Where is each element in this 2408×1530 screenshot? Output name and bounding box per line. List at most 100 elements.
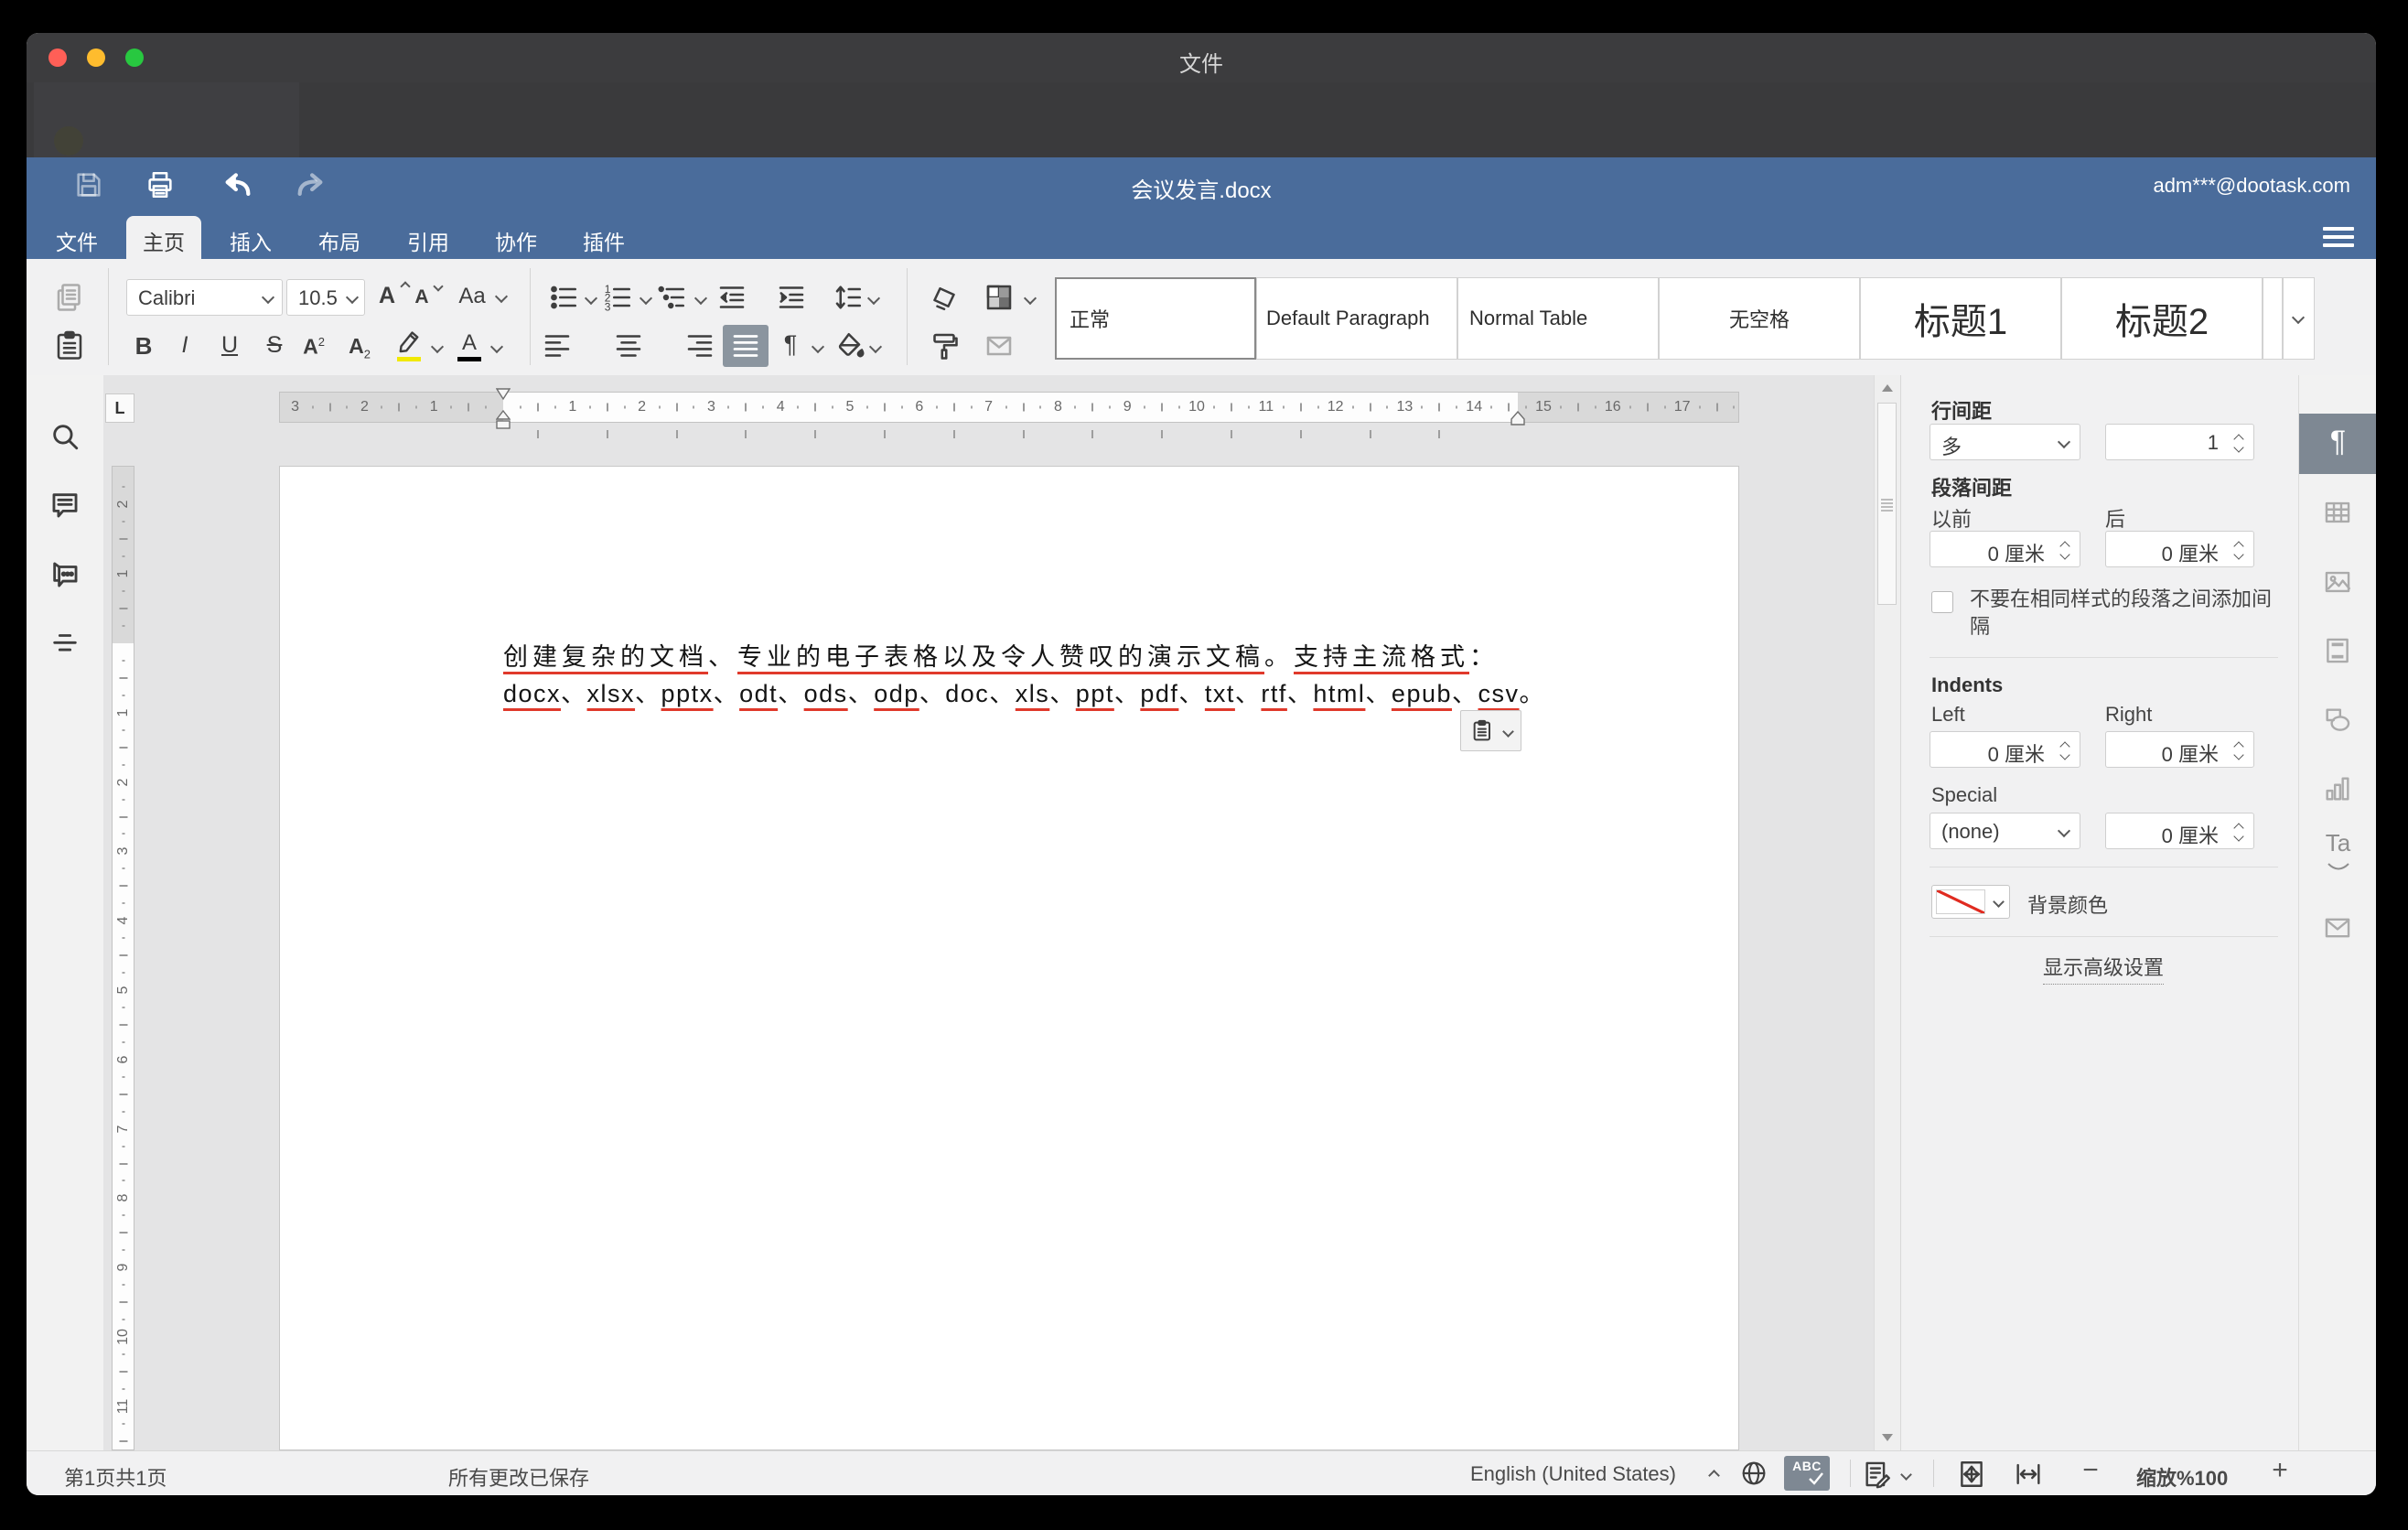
change-case-icon[interactable]: Aa bbox=[458, 286, 485, 307]
set-language-globe-icon[interactable] bbox=[1739, 1459, 1768, 1488]
decrease-font-icon[interactable]: A bbox=[414, 287, 428, 307]
document-page[interactable]: 创建复杂的文档、专业的电子表格以及令人赞叹的演示文稿。支持主流格式： docx、… bbox=[279, 466, 1739, 1450]
tab-file[interactable]: 文件 bbox=[56, 225, 98, 256]
paste-options-button[interactable] bbox=[1460, 710, 1521, 751]
stepper-down-icon[interactable] bbox=[2233, 442, 2243, 452]
tab-layout[interactable]: 布局 bbox=[318, 225, 360, 256]
stepper-down-icon[interactable] bbox=[2059, 549, 2069, 559]
scroll-down-icon[interactable] bbox=[1882, 1434, 1893, 1441]
header-footer-icon[interactable] bbox=[2322, 635, 2353, 666]
navigation-icon[interactable] bbox=[49, 628, 81, 659]
chevron-down-icon[interactable] bbox=[812, 340, 824, 353]
chevron-down-icon[interactable] bbox=[346, 291, 359, 304]
scroll-up-icon[interactable] bbox=[1882, 384, 1893, 392]
language-selector[interactable]: English (United States) bbox=[1470, 1462, 1676, 1486]
increase-font-icon[interactable]: A bbox=[379, 285, 395, 307]
stepper-down-icon[interactable] bbox=[2233, 831, 2243, 841]
chevron-down-icon[interactable] bbox=[490, 340, 503, 353]
chevron-down-icon[interactable] bbox=[640, 292, 652, 305]
tab-insert[interactable]: 插入 bbox=[230, 225, 272, 256]
chevron-down-icon[interactable] bbox=[431, 340, 444, 353]
underline-icon[interactable]: U bbox=[221, 334, 238, 357]
decrease-indent-icon[interactable] bbox=[715, 281, 748, 314]
minimize-traffic-light[interactable] bbox=[87, 48, 105, 67]
chevron-down-icon[interactable] bbox=[1900, 1469, 1912, 1481]
line-spacing-icon[interactable] bbox=[832, 281, 865, 314]
align-left-icon[interactable] bbox=[541, 329, 574, 362]
chevron-down-icon[interactable] bbox=[495, 290, 508, 303]
paragraph-settings-icon[interactable]: ¶ bbox=[2299, 425, 2376, 458]
table-settings-icon[interactable] bbox=[2322, 497, 2353, 528]
subscript-icon[interactable]: A2 bbox=[349, 336, 371, 361]
clear-style-icon[interactable] bbox=[928, 281, 961, 314]
style-default-paragraph[interactable]: Default Paragraph bbox=[1256, 277, 1457, 360]
scrollbar-thumb[interactable] bbox=[1877, 403, 1897, 605]
first-line-indent-marker[interactable] bbox=[496, 388, 511, 401]
vertical-scrollbar[interactable] bbox=[1874, 375, 1900, 1450]
stepper-down-icon[interactable] bbox=[2233, 549, 2243, 559]
undo-icon[interactable] bbox=[222, 169, 253, 200]
mail-merge-icon[interactable] bbox=[2322, 912, 2353, 943]
search-icon[interactable] bbox=[49, 421, 81, 452]
tab-plugins[interactable]: 插件 bbox=[583, 225, 625, 256]
copy-style-icon[interactable] bbox=[928, 329, 961, 362]
chevron-down-icon[interactable] bbox=[869, 340, 882, 353]
chevron-down-icon[interactable] bbox=[1024, 292, 1037, 305]
bold-icon[interactable]: B bbox=[135, 334, 153, 358]
indent-left-stepper[interactable]: 0 厘米 bbox=[1930, 731, 2080, 768]
shape-settings-icon[interactable] bbox=[2322, 705, 2353, 736]
text-art-icon[interactable]: Ta bbox=[2299, 829, 2376, 857]
style-heading2[interactable]: 标题2 bbox=[2061, 277, 2263, 360]
spacing-after-stepper[interactable]: 0 厘米 bbox=[2105, 531, 2254, 567]
chart-settings-icon[interactable] bbox=[2322, 773, 2353, 804]
right-indent-marker[interactable] bbox=[1510, 411, 1525, 426]
font-size-select[interactable]: 10.5 bbox=[286, 279, 365, 316]
mail-merge-icon[interactable] bbox=[983, 329, 1016, 362]
numbered-list-icon[interactable]: 123 bbox=[601, 281, 634, 314]
gallery-expand-button[interactable] bbox=[2283, 277, 2315, 360]
chevron-down-icon[interactable] bbox=[262, 291, 274, 304]
zoom-traffic-light[interactable] bbox=[125, 48, 144, 67]
tab-home[interactable]: 主页 bbox=[143, 225, 185, 256]
chevron-down-icon[interactable] bbox=[694, 292, 707, 305]
shading-icon[interactable] bbox=[983, 281, 1016, 314]
paragraph-mark-icon[interactable]: ¶ bbox=[784, 332, 798, 357]
tab-stop-selector[interactable]: L bbox=[105, 393, 134, 423]
zoom-out-button[interactable]: − bbox=[2082, 1457, 2099, 1484]
track-changes-icon[interactable] bbox=[1862, 1459, 1893, 1490]
special-indent-select[interactable]: (none) bbox=[1930, 813, 2080, 849]
multilevel-list-icon[interactable] bbox=[655, 281, 688, 314]
comments-icon[interactable] bbox=[49, 490, 81, 521]
same-style-checkbox[interactable] bbox=[1931, 591, 1953, 613]
chevron-down-icon[interactable] bbox=[585, 292, 597, 305]
fill-color-icon[interactable] bbox=[834, 329, 867, 362]
image-settings-icon[interactable] bbox=[2322, 566, 2353, 598]
hanging-indent-marker[interactable] bbox=[496, 410, 511, 430]
bullet-list-icon[interactable] bbox=[547, 281, 580, 314]
strikethrough-icon[interactable]: S bbox=[267, 334, 283, 357]
font-name-select[interactable]: Calibri bbox=[126, 279, 283, 316]
spacing-before-stepper[interactable]: 0 厘米 bbox=[1930, 531, 2080, 567]
style-no-spacing[interactable]: 无空格 bbox=[1659, 277, 1860, 360]
align-justify-icon[interactable] bbox=[729, 329, 762, 362]
tab-references[interactable]: 引用 bbox=[407, 225, 449, 256]
hamburger-menu-icon[interactable] bbox=[2323, 227, 2354, 247]
zoom-in-button[interactable]: + bbox=[2272, 1457, 2288, 1484]
tab-collaboration[interactable]: 协作 bbox=[495, 225, 537, 256]
align-right-icon[interactable] bbox=[683, 329, 716, 362]
stepper-down-icon[interactable] bbox=[2059, 749, 2069, 760]
print-icon[interactable] bbox=[145, 169, 176, 200]
highlight-color-icon[interactable] bbox=[393, 325, 425, 356]
chat-icon[interactable] bbox=[49, 559, 81, 590]
advanced-settings-link[interactable]: 显示高级设置 bbox=[2043, 952, 2164, 985]
align-center-icon[interactable] bbox=[612, 329, 645, 362]
close-traffic-light[interactable] bbox=[48, 48, 67, 67]
page-counter[interactable]: 第1页共1页 bbox=[64, 1462, 167, 1492]
italic-icon[interactable]: I bbox=[182, 334, 188, 357]
paste-icon[interactable] bbox=[53, 329, 86, 362]
superscript-icon[interactable]: A2 bbox=[303, 336, 325, 358]
font-color-icon[interactable]: A bbox=[462, 332, 477, 354]
background-color-picker[interactable] bbox=[1931, 885, 2010, 919]
spellcheck-icon[interactable]: ABC bbox=[1784, 1456, 1830, 1491]
chevron-down-icon[interactable] bbox=[867, 292, 880, 305]
